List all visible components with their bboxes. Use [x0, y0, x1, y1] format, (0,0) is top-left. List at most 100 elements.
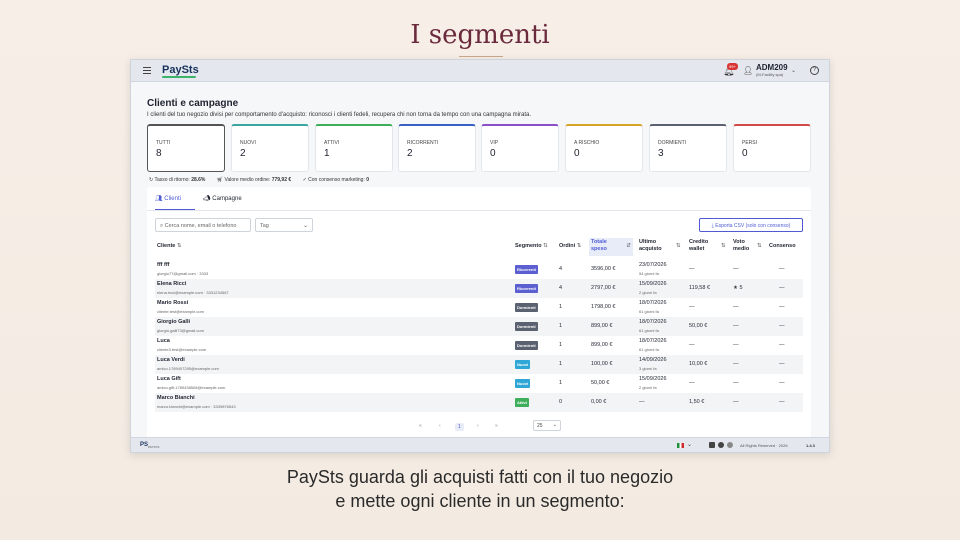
consent-status: —	[779, 342, 785, 348]
user-icon[interactable]: 👤︎	[743, 66, 753, 75]
orders-count: 0	[559, 399, 563, 405]
total-spent: 0,00 €	[591, 399, 607, 405]
table-row[interactable]: fff fff giorgio77@gmail.com · 3333 Ricorre…	[155, 260, 803, 279]
tabs-divider	[147, 210, 811, 211]
copyright-text: All Rights Reserved · 2026	[740, 443, 788, 448]
table-row[interactable]: Luca Verdi amico.1789407295@example.com Nu…	[155, 355, 803, 374]
segment-cards: TUTTI 8 NUOVI 2 ATTIVI 1 RICORRENTI 2 VI…	[147, 124, 811, 172]
table-row[interactable]: Giorgio Galli giorgio.galli73@gmail.com Do…	[155, 317, 803, 336]
current-page[interactable]: 1	[455, 423, 464, 431]
first-page-button[interactable]: «	[419, 423, 422, 429]
next-page-button[interactable]: ›	[477, 423, 479, 429]
tab-clienti[interactable]: 👥︎ Clienti	[155, 195, 181, 202]
header-ultimo-acquisto[interactable]: Ultimo acquisto	[639, 239, 662, 253]
avg-rating: —	[733, 304, 739, 310]
avg-rating: ★ 5	[733, 285, 743, 291]
linkedin-icon[interactable]	[709, 442, 715, 448]
segment-card-vip[interactable]: VIP 0	[481, 124, 559, 172]
client-contact: cliente.test@example.com	[157, 309, 204, 314]
client-name[interactable]: Giorgio Galli	[157, 319, 190, 325]
segment-card-nuovi[interactable]: NUOVI 2	[231, 124, 309, 172]
wallet-credit: 10,00 €	[689, 361, 708, 367]
last-purchase-ago: 2 giorni fa	[639, 290, 657, 295]
search-icon: ⌕	[160, 223, 164, 229]
export-csv-button[interactable]: ⤓ Esporta CSV (solo con consenso)	[699, 218, 803, 232]
avg-rating: —	[733, 380, 739, 386]
orders-count: 1	[559, 304, 563, 310]
client-contact: marco.bianchi@example.com · 3339876543	[157, 404, 236, 409]
per-page-select[interactable]: 25 ⌄	[533, 420, 561, 431]
refresh-icon: ↻	[149, 177, 154, 183]
client-name[interactable]: Luca Verdi	[157, 357, 185, 363]
consent-value: 0	[366, 177, 370, 183]
chevron-down-icon[interactable]: ⌄	[791, 67, 796, 74]
cart-icon: 🛒︎	[216, 177, 224, 183]
header-ordini[interactable]: Ordini ⇅	[559, 243, 581, 250]
table-row[interactable]: Mario Rossi cliente.test@example.com Dormi…	[155, 298, 803, 317]
sort-icon[interactable]: ⇅	[721, 243, 726, 250]
caption-line-1: PaySts guarda gli acquisti fatti con il …	[286, 467, 674, 487]
segment-card-persi[interactable]: PERSI 0	[733, 124, 811, 172]
chevron-down-icon: ⌄	[302, 223, 308, 229]
last-purchase-date: 15/09/2026	[639, 281, 667, 287]
user-name[interactable]: ADM209	[756, 63, 788, 72]
segment-card-a-rischio[interactable]: A RISCHIO 0	[565, 124, 643, 172]
consent-label: Con consenso marketing:	[308, 177, 365, 183]
tab-campagne[interactable]: 📣︎ Campagne	[203, 195, 242, 202]
last-purchase-date: 18/07/2026	[639, 338, 667, 344]
segment-badge: Dormienti	[515, 303, 538, 312]
help-icon[interactable]: ?	[810, 66, 819, 75]
segment-badge: Nuovi	[515, 379, 531, 388]
segment-count: 2	[240, 148, 246, 159]
last-purchase-ago: 61 giorni fa	[639, 328, 659, 333]
avg-order: 🛒︎ Valore medio ordine: 779,92 €	[217, 177, 293, 183]
client-name[interactable]: Luca Gift	[157, 376, 181, 382]
last-page-button[interactable]: »	[495, 423, 498, 429]
client-name[interactable]: Elena Ricci	[157, 281, 186, 287]
chevron-down-icon[interactable]: ⌄	[687, 441, 692, 448]
total-spent: 3596,00 €	[591, 266, 616, 272]
sort-icon: ⇅	[576, 243, 582, 249]
segment-badge: Attivi	[515, 398, 529, 407]
facebook-icon[interactable]	[718, 442, 724, 448]
sort-icon[interactable]: ⇅	[676, 243, 681, 250]
segment-card-tutti[interactable]: TUTTI 8	[147, 124, 225, 172]
segment-card-ricorrenti[interactable]: RICORRENTI 2	[398, 124, 476, 172]
prev-page-button[interactable]: ‹	[439, 423, 441, 429]
client-contact: amico.1789407295@example.com	[157, 366, 219, 371]
globe-icon[interactable]	[727, 442, 733, 448]
client-name[interactable]: Mario Rossi	[157, 300, 188, 306]
tag-select[interactable]: Tag ⌄	[255, 218, 313, 232]
italian-flag-icon[interactable]	[677, 443, 684, 448]
consent-status: —	[779, 399, 785, 405]
last-purchase-ago: 2 giorni fa	[639, 385, 657, 390]
header-totale-speso[interactable]: Totale speso ⇵	[589, 238, 633, 256]
table-row[interactable]: Marco Bianchi marco.bianchi@example.com ·…	[155, 393, 803, 412]
table-row[interactable]: Luca Gift amico.gift.1789438508@example.c…	[155, 374, 803, 393]
client-name[interactable]: Marco Bianchi	[157, 395, 195, 401]
hamburger-icon[interactable]	[143, 67, 151, 74]
segment-count: 0	[490, 148, 496, 159]
consent-status: —	[779, 304, 785, 310]
search-input[interactable]: ⌕ Cerca nome, email o telefono	[155, 218, 251, 232]
sort-icon[interactable]: ⇅	[757, 243, 762, 250]
table-row[interactable]: Luca cliente3.test@example.com Dormienti 1 8…	[155, 336, 803, 355]
header-credito-wallet[interactable]: Credito wallet	[689, 239, 708, 253]
consent-count: ✓ Con consenso marketing: 0	[303, 177, 369, 183]
header-segmento[interactable]: Segmento ⇅	[515, 243, 548, 250]
header-consenso: Consenso	[769, 243, 796, 249]
page-subtitle: I clienti del tuo negozio divisi per com…	[147, 112, 532, 118]
client-name[interactable]: Luca	[157, 338, 170, 344]
segment-badge: Dormienti	[515, 341, 538, 350]
header-cliente[interactable]: Cliente ⇅	[157, 243, 181, 250]
client-name[interactable]: fff fff	[157, 262, 170, 268]
total-spent: 1798,00 €	[591, 304, 616, 310]
header-voto-medio[interactable]: Voto medio	[733, 239, 749, 253]
last-purchase-date: 15/09/2026	[639, 376, 667, 382]
table-row[interactable]: Elena Ricci elena.ricci@example.com · 333…	[155, 279, 803, 298]
segment-card-dormienti[interactable]: DORMIENTI 3	[649, 124, 727, 172]
last-purchase-date: 14/09/2026	[639, 357, 667, 363]
segment-card-attivi[interactable]: ATTIVI 1	[315, 124, 393, 172]
wallet-credit: —	[689, 342, 695, 348]
app-logo[interactable]: PaySts	[162, 64, 199, 76]
